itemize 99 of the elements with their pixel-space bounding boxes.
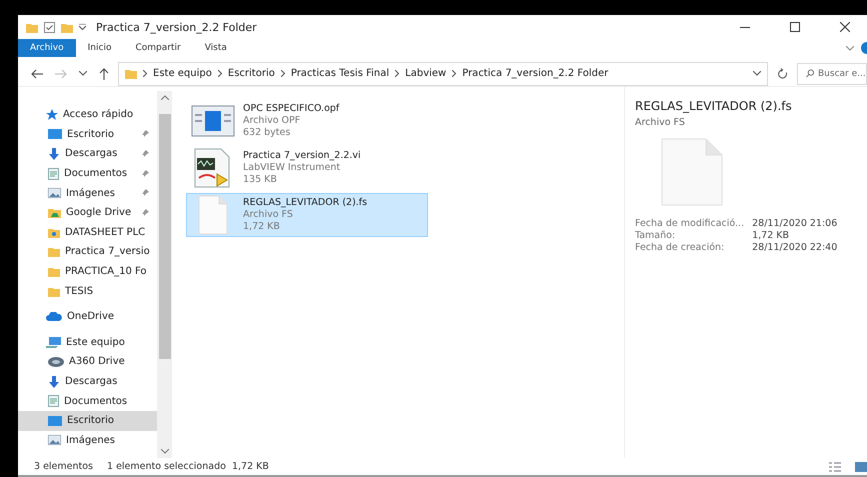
image-icon <box>48 435 61 446</box>
property-value: 28/11/2020 22:40 <box>752 242 838 253</box>
folder-icon <box>48 226 60 238</box>
document-icon <box>48 395 59 408</box>
file-type: Archivo FS <box>243 209 294 221</box>
image-icon <box>48 188 61 198</box>
blank-file-icon <box>661 138 723 206</box>
search-input[interactable]: Buscar e... <box>818 68 866 78</box>
file-name: OPC ESPECIFICO.opf <box>243 103 340 115</box>
download-icon <box>48 376 60 388</box>
sidebar-item[interactable]: Acceso rápido <box>18 105 157 125</box>
pin-icon <box>141 189 149 198</box>
tiles-view-icon <box>855 462 867 472</box>
sidebar-item[interactable]: Escritorio <box>18 124 157 144</box>
download-icon <box>48 148 60 160</box>
preview-type: Archivo FS <box>635 117 686 128</box>
close-icon <box>840 22 850 32</box>
sidebar-item[interactable]: Practica 7_versio <box>18 242 157 262</box>
breadcrumb[interactable]: Escritorio <box>228 68 275 79</box>
window-title: Practica 7_version_2.2 Folder <box>96 20 257 34</box>
search-icon <box>806 69 814 78</box>
computer-icon <box>46 336 61 348</box>
properties-icon <box>44 22 55 32</box>
breadcrumb[interactable]: Practicas Tesis Final <box>290 68 390 79</box>
dropdown-icon <box>753 71 761 76</box>
pin-icon <box>141 208 149 217</box>
property-label: Fecha de modificació... <box>635 218 744 229</box>
drive-icon <box>48 207 61 218</box>
file-item[interactable]: REGLAS_LEVITADOR (2).fs Archivo FS 1,72 KB <box>186 193 428 237</box>
file-type: Archivo OPF <box>243 115 302 127</box>
sidebar-item[interactable]: Escritorio <box>18 410 157 430</box>
ribbon-tab[interactable]: Archivo <box>18 39 76 57</box>
sidebar-item[interactable]: Google Drive <box>18 202 157 223</box>
file-name: Practica 7_version_2.2.vi <box>243 150 361 162</box>
sidebar-item[interactable]: Este equipo <box>18 332 157 352</box>
minimize-icon <box>740 26 750 28</box>
address-bar[interactable]: Este equipo Escritorio Practicas Tesis Final Labview Practica 7_version_2.2 Folder <box>118 62 768 86</box>
folder-icon <box>48 286 60 297</box>
search-field[interactable]: Buscar e... <box>797 62 867 84</box>
folder-icon <box>48 266 60 278</box>
sidebar-item[interactable]: OneDrive <box>18 306 157 327</box>
sidebar-item[interactable]: PRACTICA_10 Fo <box>18 262 157 282</box>
selection-info: 1 elemento seleccionado 1,72 KB <box>107 461 269 472</box>
file-size: 632 bytes <box>243 127 292 139</box>
sidebar-item[interactable]: DATASHEET PLC <box>18 222 157 242</box>
breadcrumb[interactable]: Este equipo <box>153 68 212 79</box>
property-label: Tamaño: <box>635 230 676 241</box>
maximize-icon <box>790 22 800 32</box>
details-view-icon <box>829 462 841 472</box>
pin-icon <box>141 170 149 178</box>
chevron-icon <box>280 70 285 77</box>
file-icon <box>191 105 235 137</box>
file-item[interactable]: OPC ESPECIFICO.opf Archivo OPF 632 bytes <box>186 99 428 143</box>
preview-title: REGLAS_LEVITADOR (2).fs <box>635 99 793 113</box>
scroll-up-icon <box>160 95 168 100</box>
drive-icon <box>48 356 64 367</box>
sidebar-item[interactable]: Imágenes <box>18 430 157 450</box>
desktop-icon <box>48 129 62 140</box>
breadcrumb[interactable]: Labview <box>405 68 446 79</box>
file-size: 135 KB <box>243 174 278 186</box>
file-type: LabVIEW Instrument <box>243 162 342 174</box>
refresh-icon <box>777 68 788 79</box>
sidebar-item[interactable]: Documentos <box>18 391 157 411</box>
pin-icon <box>141 130 149 138</box>
ribbon-tab[interactable]: Inicio <box>76 39 124 57</box>
chevron-icon <box>846 46 854 50</box>
sidebar-item[interactable]: Imágenes <box>18 183 157 203</box>
ribbon-tab[interactable]: Compartir <box>123 39 193 57</box>
property-value: 1,72 KB <box>752 230 790 241</box>
folder-icon <box>125 68 137 79</box>
desktop-icon <box>48 416 62 426</box>
chevron-icon <box>143 70 147 77</box>
recent-button[interactable] <box>76 71 90 76</box>
file-name: REGLAS_LEVITADOR (2).fs <box>243 197 368 209</box>
sidebar-item[interactable]: A360 Drive <box>18 352 157 372</box>
chevron-icon <box>452 70 456 77</box>
scrollbar-thumb[interactable] <box>158 114 170 359</box>
file-item[interactable]: Practica 7_version_2.2.vi LabVIEW Instrument 135 KB <box>186 146 428 190</box>
property-label: Fecha de creación: <box>635 242 726 253</box>
chevron-icon <box>218 70 222 77</box>
sidebar-item[interactable]: Descargas <box>18 372 157 392</box>
file-size: 1,72 KB <box>243 221 281 233</box>
star-icon <box>46 108 58 121</box>
folder-icon <box>48 246 60 258</box>
document-icon <box>48 168 59 180</box>
property-value: 28/11/2020 21:06 <box>752 218 838 229</box>
sidebar-item[interactable]: Descargas <box>18 144 157 164</box>
caret-icon <box>79 24 86 30</box>
folder-icon <box>26 22 38 32</box>
breadcrumb[interactable]: Practica 7_version_2.2 Folder <box>462 68 608 79</box>
ribbon-tab[interactable]: Vista <box>192 39 239 57</box>
chevron-icon <box>395 70 400 77</box>
cloud-icon <box>46 312 62 322</box>
scroll-down-icon <box>160 449 168 454</box>
sidebar-item[interactable]: Documentos <box>18 164 157 184</box>
sidebar-item[interactable]: TESIS <box>18 281 157 301</box>
item-count: 3 elementos <box>34 461 93 472</box>
pin-icon <box>141 150 149 158</box>
folder-icon <box>61 22 73 32</box>
